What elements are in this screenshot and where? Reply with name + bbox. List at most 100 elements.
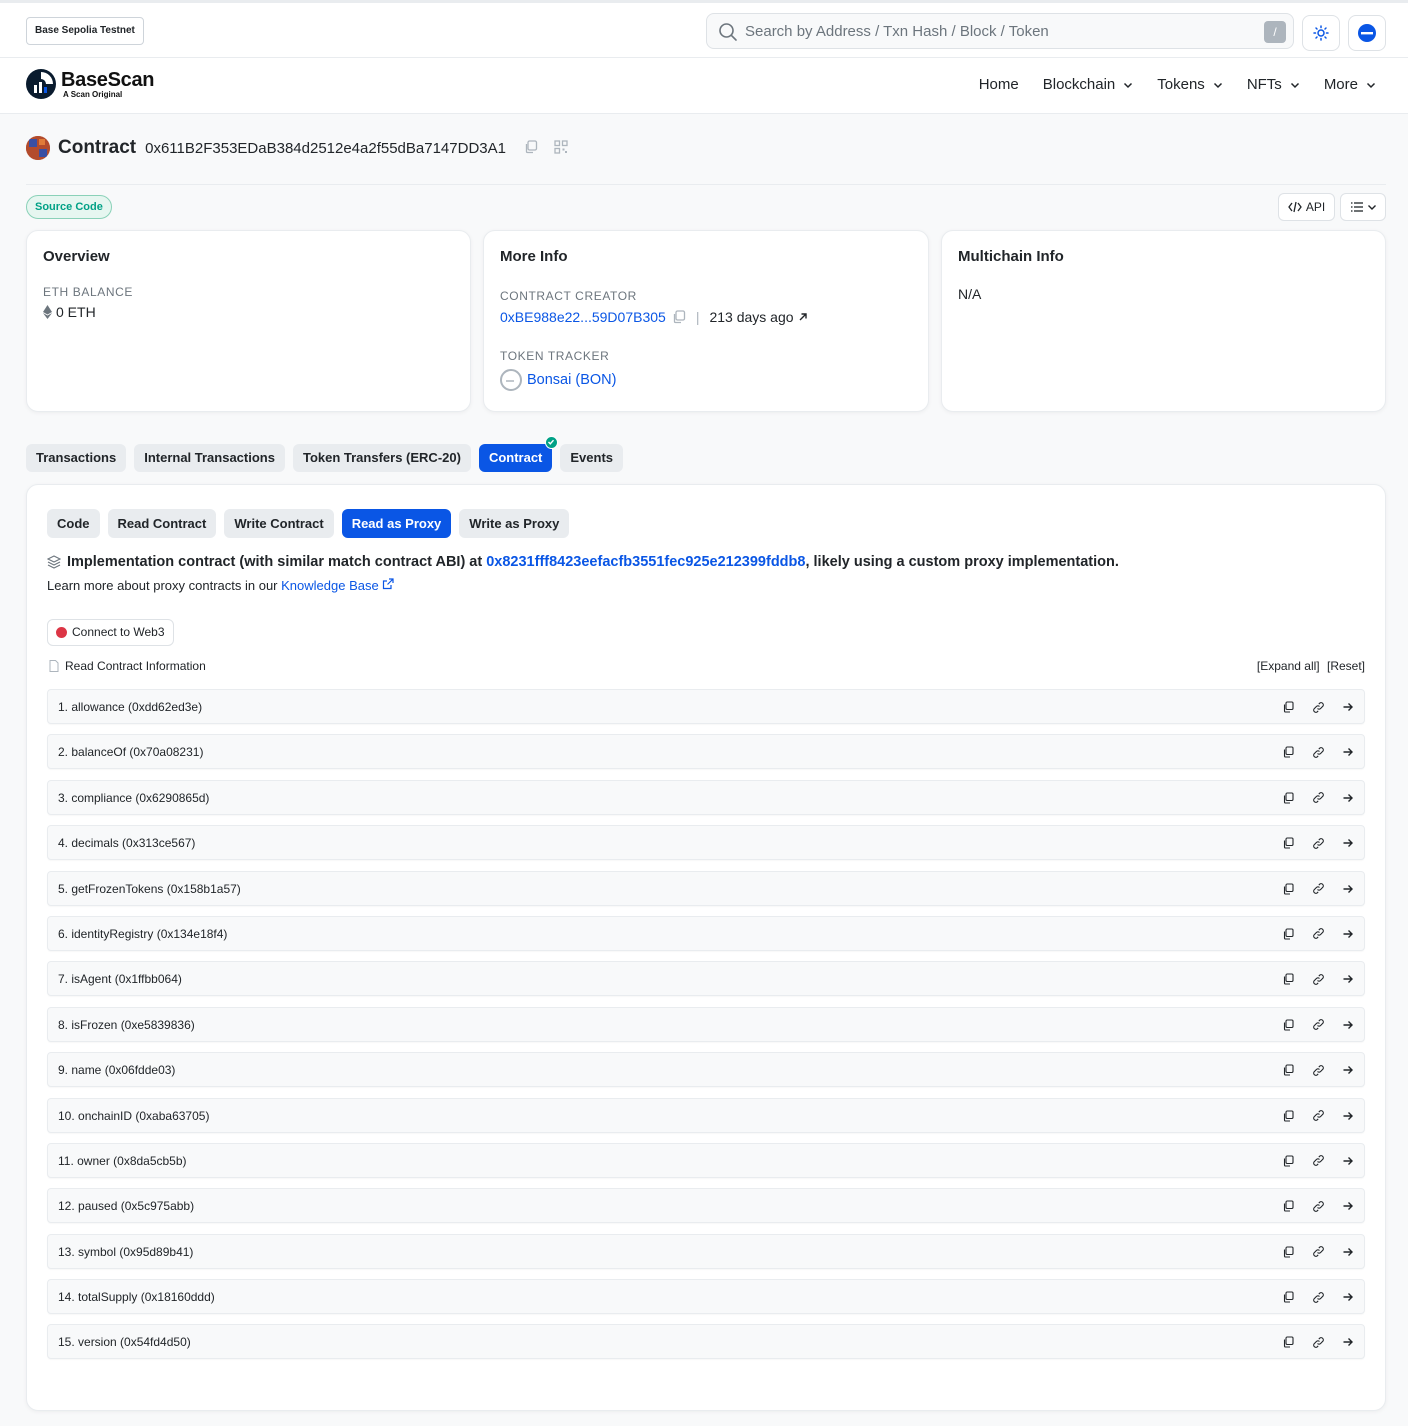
function-row[interactable]: 5. getFrozenTokens (0x158b1a57) <box>47 870 1365 906</box>
function-row[interactable]: 3. compliance (0x6290865d) <box>47 779 1365 815</box>
basescan-logo[interactable]: BaseScan A Scan Original <box>26 69 155 99</box>
knowledge-base-link[interactable]: Knowledge Base <box>281 578 379 593</box>
function-row[interactable]: 10. onchainID (0xaba63705) <box>47 1097 1365 1133</box>
function-row[interactable]: 1. allowance (0xdd62ed3e) <box>47 689 1365 724</box>
function-row[interactable]: 2. balanceOf (0x70a08231) <box>47 734 1365 770</box>
arrow-right-icon[interactable] <box>1340 1153 1356 1169</box>
function-row[interactable]: 8. isFrozen (0xe5839836) <box>47 1006 1365 1042</box>
subtab-code[interactable]: Code <box>47 509 100 538</box>
nav-blockchain[interactable]: Blockchain <box>1043 76 1134 93</box>
tab-contract[interactable]: Contract <box>478 436 559 472</box>
creator-age[interactable]: 213 days ago <box>709 309 793 325</box>
disconnected-status-icon <box>56 627 67 638</box>
implementation-address-link[interactable]: 0x8231fff8423eefacfb3551fec925e212399fdd… <box>486 554 805 570</box>
arrow-right-icon[interactable] <box>1340 1334 1356 1350</box>
tab-transactions[interactable]: Transactions <box>26 444 127 472</box>
nav-nfts[interactable]: NFTs <box>1247 76 1300 93</box>
link-icon[interactable] <box>1310 1289 1326 1305</box>
function-row[interactable]: 7. isAgent (0x1ffbb064) <box>47 961 1365 997</box>
link-icon[interactable] <box>1310 971 1326 987</box>
tab-internal-transactions[interactable]: Internal Transactions <box>134 444 285 472</box>
arrow-right-icon[interactable] <box>1340 1017 1356 1033</box>
arrow-right-icon[interactable] <box>1340 699 1356 715</box>
function-row[interactable]: 12. paused (0x5c975abb) <box>47 1188 1365 1224</box>
arrow-right-icon[interactable] <box>1340 926 1356 942</box>
reset-link[interactable]: [Reset] <box>1327 659 1365 673</box>
external-link-icon[interactable] <box>382 578 394 590</box>
connect-web3-button[interactable]: Connect to Web3 <box>47 619 174 646</box>
link-icon[interactable] <box>1310 1062 1326 1078</box>
link-icon[interactable] <box>1310 790 1326 806</box>
expand-all-link[interactable]: [Expand all] <box>1257 659 1320 673</box>
link-icon[interactable] <box>1310 744 1326 760</box>
function-row[interactable]: 6. identityRegistry (0x134e18f4) <box>47 915 1365 951</box>
theme-toggle-button[interactable] <box>1302 15 1340 51</box>
copy-icon[interactable] <box>1280 699 1296 715</box>
copy-icon[interactable] <box>672 310 686 324</box>
copy-icon[interactable] <box>1280 926 1296 942</box>
link-icon[interactable] <box>1310 1334 1326 1350</box>
function-row[interactable]: 4. decimals (0x313ce567) <box>47 825 1365 861</box>
link-icon[interactable] <box>1310 1108 1326 1124</box>
link-icon[interactable] <box>1310 1244 1326 1260</box>
copy-icon[interactable] <box>1280 1198 1296 1214</box>
arrow-right-icon[interactable] <box>1340 744 1356 760</box>
search-input[interactable] <box>745 18 1245 44</box>
nav-more[interactable]: More <box>1324 76 1376 93</box>
token-tracker-link[interactable]: Bonsai (BON) <box>527 372 616 388</box>
arrow-right-icon[interactable] <box>1340 1244 1356 1260</box>
link-icon[interactable] <box>1310 835 1326 851</box>
more-options-button[interactable] <box>1340 193 1386 221</box>
copy-icon[interactable] <box>1280 1244 1296 1260</box>
nav-home[interactable]: Home <box>979 76 1019 93</box>
copy-icon[interactable] <box>1280 881 1296 897</box>
copy-icon[interactable] <box>1280 1017 1296 1033</box>
link-icon[interactable] <box>1310 1017 1326 1033</box>
ethereum-icon <box>43 305 52 319</box>
copy-icon[interactable] <box>524 139 538 157</box>
link-icon[interactable] <box>1310 926 1326 942</box>
chain-switch-button[interactable] <box>1348 15 1386 51</box>
nav-tokens[interactable]: Tokens <box>1157 76 1223 93</box>
subtab-write-as-proxy[interactable]: Write as Proxy <box>459 509 570 538</box>
copy-icon[interactable] <box>1280 1108 1296 1124</box>
tab-token-transfers[interactable]: Token Transfers (ERC-20) <box>292 444 471 472</box>
api-button[interactable]: API <box>1278 193 1335 221</box>
copy-icon[interactable] <box>1280 790 1296 806</box>
copy-icon[interactable] <box>1280 744 1296 760</box>
copy-icon[interactable] <box>1280 1334 1296 1350</box>
arrow-right-icon[interactable] <box>1340 1289 1356 1305</box>
copy-icon[interactable] <box>1280 1062 1296 1078</box>
qr-code-icon[interactable] <box>554 139 568 157</box>
function-row[interactable]: 13. symbol (0x95d89b41) <box>47 1233 1365 1269</box>
link-icon[interactable] <box>1310 699 1326 715</box>
subtab-read-as-proxy[interactable]: Read as Proxy <box>341 509 452 538</box>
subtab-write-contract[interactable]: Write Contract <box>224 509 334 538</box>
creator-address-link[interactable]: 0xBE988e22...59D07B305 <box>500 309 666 325</box>
link-icon[interactable] <box>1310 1153 1326 1169</box>
copy-icon[interactable] <box>1280 835 1296 851</box>
copy-icon[interactable] <box>1280 1153 1296 1169</box>
copy-icon[interactable] <box>1280 1289 1296 1305</box>
arrow-right-icon[interactable] <box>1340 971 1356 987</box>
arrow-right-icon[interactable] <box>1340 1198 1356 1214</box>
arrow-right-icon[interactable] <box>1340 1108 1356 1124</box>
arrow-right-icon[interactable] <box>1340 835 1356 851</box>
tab-events[interactable]: Events <box>560 444 624 472</box>
function-row[interactable]: 11. owner (0x8da5cb5b) <box>47 1142 1365 1178</box>
network-badge[interactable]: Base Sepolia Testnet <box>26 17 144 45</box>
arrow-right-icon[interactable] <box>1340 881 1356 897</box>
subtab-read-contract[interactable]: Read Contract <box>107 509 217 538</box>
function-row[interactable]: 15. version (0x54fd4d50) <box>47 1324 1365 1360</box>
function-row[interactable]: 14. totalSupply (0x18160ddd) <box>47 1279 1365 1315</box>
link-icon[interactable] <box>1310 881 1326 897</box>
source-code-badge[interactable]: Source Code <box>26 195 112 219</box>
copy-icon[interactable] <box>1280 971 1296 987</box>
link-icon[interactable] <box>1310 1198 1326 1214</box>
function-list: 1. allowance (0xdd62ed3e) 2. balanceOf (0… <box>47 689 1365 1370</box>
arrow-right-icon[interactable] <box>1340 1062 1356 1078</box>
arrow-right-icon[interactable] <box>1340 790 1356 806</box>
function-row[interactable]: 9. name (0x06fdde03) <box>47 1052 1365 1088</box>
search-box[interactable]: / <box>706 13 1294 49</box>
contract-address: 0x611B2F353EDaB384d2512e4a2f55dBa7147DD3… <box>145 139 506 157</box>
